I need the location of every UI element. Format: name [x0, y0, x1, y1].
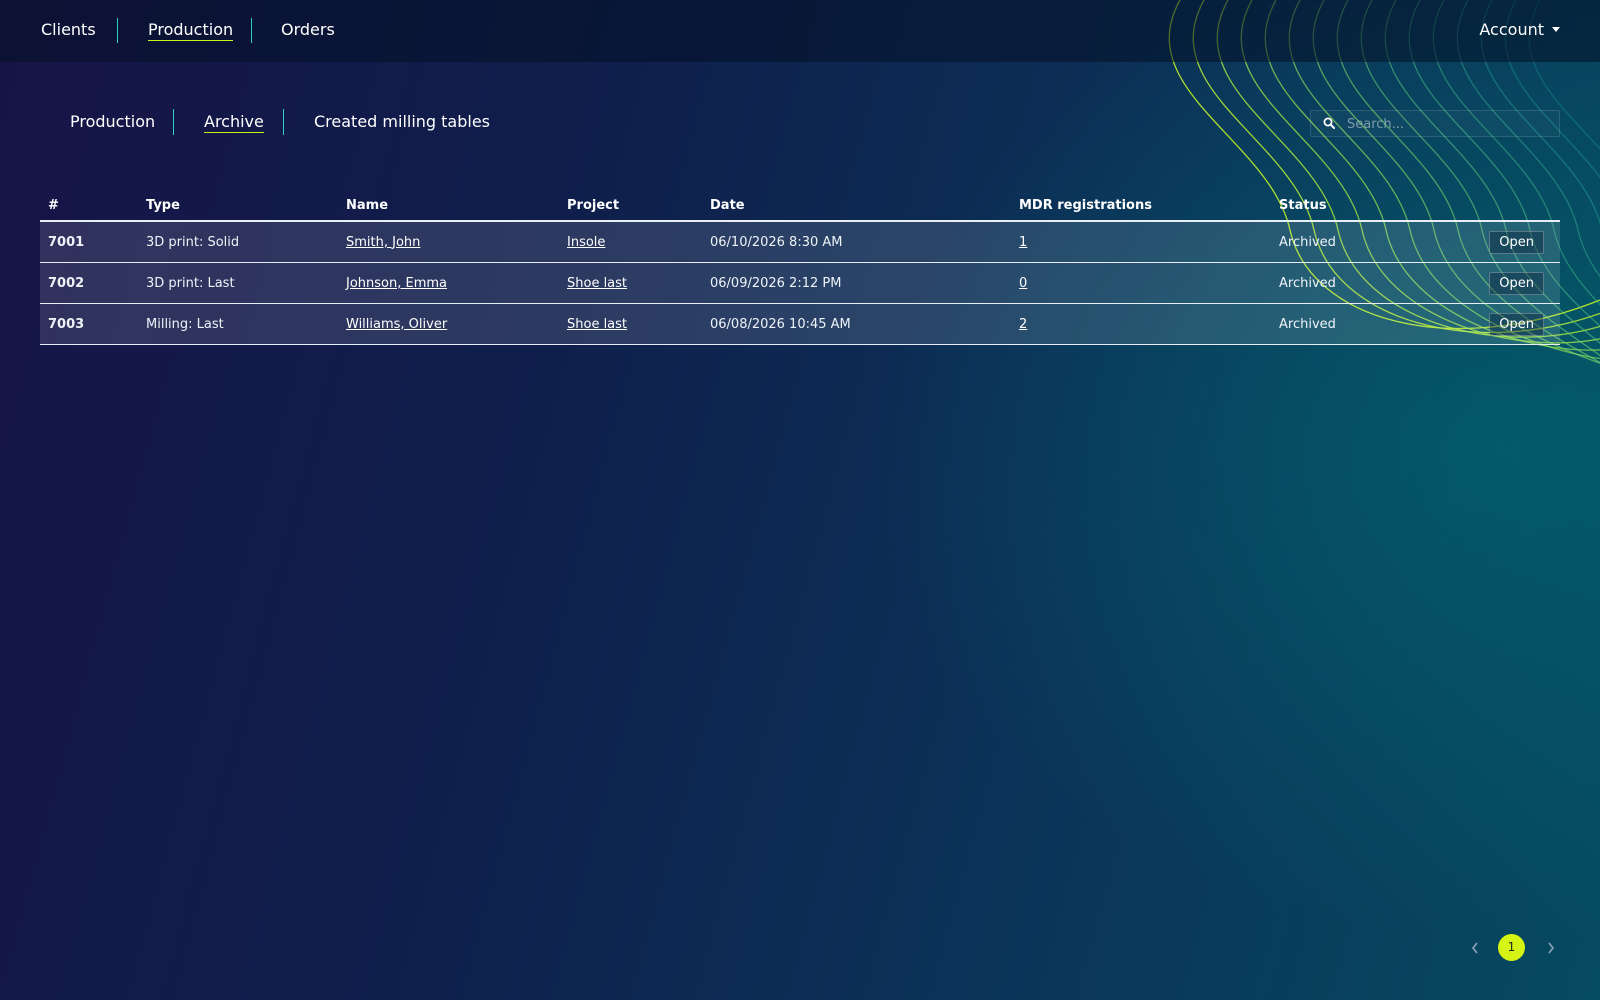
open-button[interactable]: Open	[1489, 230, 1544, 254]
row-type: Milling: Last	[138, 303, 338, 345]
column-header-name: Name	[338, 190, 559, 222]
row-project-cell: Shoe last	[559, 262, 702, 304]
mdr-registrations-link[interactable]: 2	[1019, 317, 1027, 332]
nav-separator	[117, 18, 118, 43]
row-type: 3D print: Solid	[138, 221, 338, 263]
table-row: 7002 3D print: Last Johnson, Emma Shoe l…	[40, 262, 1560, 304]
row-mdr-cell: 2	[1011, 303, 1271, 345]
table-row: 7001 3D print: Solid Smith, John Insole …	[40, 221, 1560, 263]
row-id: 7001	[40, 221, 138, 263]
row-name-cell: Johnson, Emma	[338, 262, 559, 304]
account-menu[interactable]: Account	[1479, 20, 1560, 39]
row-action-cell: Open	[1431, 221, 1560, 263]
previous-page-button[interactable]	[1470, 940, 1480, 959]
client-name-link[interactable]: Johnson, Emma	[346, 276, 447, 291]
client-name-link[interactable]: Williams, Oliver	[346, 317, 447, 332]
project-link[interactable]: Insole	[567, 235, 605, 250]
tab-created-milling-tables[interactable]: Created milling tables	[314, 112, 490, 131]
pagination: 1	[1460, 934, 1600, 962]
account-label: Account	[1479, 20, 1544, 39]
row-status: Archived	[1271, 221, 1431, 263]
row-project-cell: Shoe last	[559, 303, 702, 345]
table-header-row: # Type Name Project Date MDR registratio…	[40, 190, 1560, 222]
nav-clients[interactable]: Clients	[41, 20, 96, 39]
project-link[interactable]: Shoe last	[567, 317, 627, 332]
nav-production[interactable]: Production	[148, 20, 234, 41]
row-date: 06/10/2026 8:30 AM	[702, 221, 1011, 263]
column-header-status: Status	[1271, 190, 1431, 222]
column-header-id: #	[40, 190, 138, 222]
tab-production[interactable]: Production	[70, 112, 155, 131]
mdr-registrations-link[interactable]: 0	[1019, 276, 1027, 291]
open-button[interactable]: Open	[1489, 271, 1544, 295]
nav-separator	[251, 18, 252, 43]
client-name-link[interactable]: Smith, John	[346, 235, 420, 250]
search-box	[1310, 110, 1560, 137]
mdr-registrations-link[interactable]: 1	[1019, 235, 1027, 250]
column-header-project: Project	[559, 190, 702, 222]
next-page-button[interactable]	[1546, 940, 1556, 959]
row-action-cell: Open	[1431, 303, 1560, 345]
caret-down-icon	[1552, 27, 1560, 32]
row-date: 06/08/2026 10:45 AM	[702, 303, 1011, 345]
chevron-left-icon	[1471, 942, 1478, 954]
column-header-date: Date	[702, 190, 1011, 222]
row-mdr-cell: 1	[1011, 221, 1271, 263]
top-navigation: Clients Production Orders Account	[0, 0, 1600, 62]
row-name-cell: Smith, John	[338, 221, 559, 263]
column-header-action	[1431, 190, 1560, 222]
column-header-type: Type	[138, 190, 338, 222]
row-project-cell: Insole	[559, 221, 702, 263]
tab-separator	[173, 109, 174, 135]
row-date: 06/09/2026 2:12 PM	[702, 262, 1011, 304]
table-row: 7003 Milling: Last Williams, Oliver Shoe…	[40, 303, 1560, 345]
page-button-current[interactable]: 1	[1498, 934, 1525, 961]
chevron-right-icon	[1548, 942, 1555, 954]
tab-archive[interactable]: Archive	[204, 112, 264, 133]
row-status: Archived	[1271, 262, 1431, 304]
tab-separator	[283, 109, 284, 135]
search-input[interactable]	[1345, 113, 1554, 135]
nav-orders[interactable]: Orders	[281, 20, 335, 39]
open-button[interactable]: Open	[1489, 312, 1544, 336]
row-mdr-cell: 0	[1011, 262, 1271, 304]
row-status: Archived	[1271, 303, 1431, 345]
search-icon	[1323, 117, 1335, 129]
archive-table: # Type Name Project Date MDR registratio…	[40, 190, 1560, 345]
row-name-cell: Williams, Oliver	[338, 303, 559, 345]
row-action-cell: Open	[1431, 262, 1560, 304]
row-type: 3D print: Last	[138, 262, 338, 304]
row-id: 7002	[40, 262, 138, 304]
project-link[interactable]: Shoe last	[567, 276, 627, 291]
row-id: 7003	[40, 303, 138, 345]
column-header-mdr-registrations: MDR registrations	[1011, 190, 1271, 222]
